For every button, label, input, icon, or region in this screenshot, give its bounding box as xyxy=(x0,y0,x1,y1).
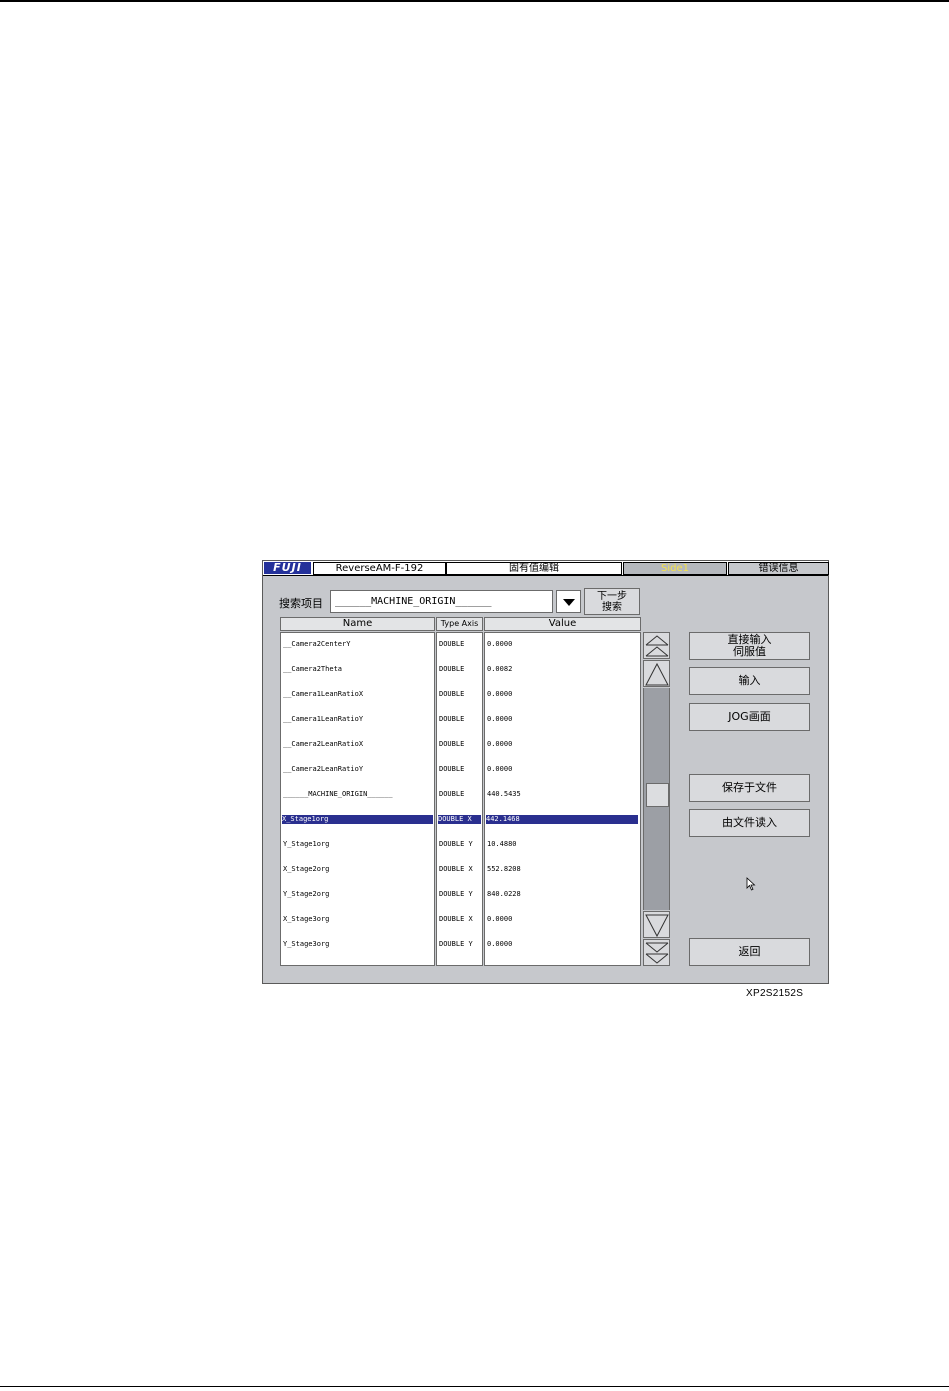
cell-type: DOUBLE xyxy=(439,715,465,723)
table-row[interactable]: __Camera2Theta DOUBLE 0.0082 xyxy=(280,657,641,682)
search-dropdown-button[interactable] xyxy=(556,590,581,613)
cell-type: DOUBLE xyxy=(439,640,465,648)
cell-value: 440.5435 xyxy=(487,790,521,798)
back-button[interactable]: 返回 xyxy=(689,938,810,966)
cell-name: Y_Stage1org xyxy=(283,840,330,848)
fuji-logo: FUJI xyxy=(264,562,311,574)
cell-value: 0.0000 xyxy=(487,740,513,748)
cell-value: 552.8208 xyxy=(487,865,521,873)
cell-name: __Camera1LeanRatioY xyxy=(283,715,364,723)
cell-name: X_Stage2org xyxy=(283,865,330,873)
direct-servo-input-button[interactable]: 直接输入 伺服值 xyxy=(689,632,810,660)
double-up-arrow-icon xyxy=(645,635,669,657)
error-info-button[interactable]: 错误信息 xyxy=(728,562,829,575)
table-row[interactable]: Y_Stage3org DOUBLE Y 0.0000 xyxy=(280,932,641,957)
cell-value: 0.0000 xyxy=(487,765,513,773)
column-header-name: Name xyxy=(280,617,435,631)
triangle-down-icon xyxy=(563,599,575,606)
mouse-pointer-icon xyxy=(746,877,756,891)
page-bottom-rule xyxy=(0,1386,949,1387)
table-row[interactable]: __Camera1LeanRatioX DOUBLE 0.0000 xyxy=(280,682,641,707)
cell-name: __Camera2LeanRatioX xyxy=(283,740,364,748)
cell-type: DOUBLE xyxy=(439,690,465,698)
save-to-file-button[interactable]: 保存于文件 xyxy=(689,774,810,802)
cell-type: DOUBLE X xyxy=(438,815,481,824)
cell-name: ______MACHINE_ORIGIN______ xyxy=(283,790,393,798)
scroll-down-button[interactable] xyxy=(643,911,670,938)
table-row[interactable]: X_Stage3org DOUBLE X 0.0000 xyxy=(280,907,641,932)
cell-name: Y_Stage2org xyxy=(283,890,330,898)
column-header-type: Type Axis xyxy=(436,617,483,631)
cell-type: DOUBLE xyxy=(439,665,465,673)
figure-caption: XP2S2152S xyxy=(746,988,804,999)
cell-value: 0.0000 xyxy=(487,940,513,948)
table-row[interactable]: __Camera2LeanRatioX DOUBLE 0.0000 xyxy=(280,732,641,757)
cell-value: 0.0000 xyxy=(487,915,513,923)
cell-type: DOUBLE xyxy=(439,790,465,798)
next-search-button[interactable]: 下一步 搜索 xyxy=(584,588,640,615)
cell-name: __Camera2LeanRatioY xyxy=(283,765,364,773)
scroll-to-bottom-button[interactable] xyxy=(643,939,670,966)
table-row[interactable]: Y_Stage1org DOUBLE Y 10.4880 xyxy=(280,832,641,857)
cell-value: 0.0000 xyxy=(487,640,513,648)
cell-name: __Camera2Theta xyxy=(283,665,343,673)
table-row[interactable]: __Camera2LeanRatioY DOUBLE 0.0000 xyxy=(280,757,641,782)
cell-value: 840.0228 xyxy=(487,890,521,898)
load-from-file-button[interactable]: 由文件读入 xyxy=(689,809,810,837)
scroll-up-button[interactable] xyxy=(643,660,670,687)
cell-value: 442.1468 xyxy=(486,815,638,824)
cell-value: 0.0082 xyxy=(487,665,513,673)
cell-type: DOUBLE xyxy=(439,765,465,773)
cell-value: 10.4880 xyxy=(487,840,517,848)
double-down-arrow-icon xyxy=(645,942,669,964)
cell-name: __Camera2CenterY xyxy=(283,640,351,648)
table-row[interactable]: __Camera1LeanRatioY DOUBLE 0.0000 xyxy=(280,707,641,732)
screen-title: 固有值编辑 xyxy=(446,562,622,575)
cell-type: DOUBLE xyxy=(439,740,465,748)
cell-name: Y_Stage3org xyxy=(283,940,330,948)
jog-screen-button[interactable]: JOG画面 xyxy=(689,703,810,731)
cell-type: DOUBLE Y xyxy=(439,940,473,948)
direct-servo-label-line2: 伺服值 xyxy=(733,645,766,658)
cell-name: __Camera1LeanRatioX xyxy=(283,690,364,698)
cell-name: X_Stage1org xyxy=(282,815,433,824)
page-top-rule xyxy=(0,0,949,2)
scroll-track[interactable] xyxy=(643,688,670,910)
table-row[interactable]: X_Stage1org DOUBLE X 442.1468 xyxy=(280,807,641,832)
up-arrow-icon xyxy=(645,662,669,686)
down-arrow-icon xyxy=(645,914,669,938)
table-row[interactable]: __Camera2CenterY DOUBLE 0.0000 xyxy=(280,632,641,657)
cell-type: DOUBLE X xyxy=(439,865,473,873)
cell-type: DOUBLE Y xyxy=(439,840,473,848)
cell-value: 0.0000 xyxy=(487,690,513,698)
table-row[interactable]: ______MACHINE_ORIGIN______ DOUBLE 440.5435 xyxy=(280,782,641,807)
next-search-label-line1: 下一步 xyxy=(597,591,627,602)
scroll-thumb[interactable] xyxy=(646,783,669,807)
program-name: ReverseAM-F-192 xyxy=(313,562,446,575)
cell-type: DOUBLE X xyxy=(439,915,473,923)
side-indicator[interactable]: Side1 xyxy=(623,562,727,575)
parameter-table: Name Type Axis Value __Camera2CenterY DOU… xyxy=(280,617,642,967)
table-row[interactable]: X_Stage2org DOUBLE X 552.8208 xyxy=(280,857,641,882)
input-button[interactable]: 输入 xyxy=(689,667,810,695)
scroll-to-top-button[interactable] xyxy=(643,632,670,659)
cell-name: X_Stage3org xyxy=(283,915,330,923)
column-header-value: Value xyxy=(484,617,641,631)
search-label: 搜索项目 xyxy=(279,597,323,610)
cell-value: 0.0000 xyxy=(487,715,513,723)
table-row[interactable]: Y_Stage2org DOUBLE Y 840.0228 xyxy=(280,882,641,907)
title-bar: FUJI ReverseAM-F-192 固有值编辑 Side1 错误信息 xyxy=(263,561,829,576)
table-scrollbar[interactable] xyxy=(643,632,670,966)
search-input[interactable]: ______MACHINE_ORIGIN______ xyxy=(330,590,553,613)
machine-screen: FUJI ReverseAM-F-192 固有值编辑 Side1 错误信息 搜索… xyxy=(262,560,829,984)
next-search-label-line2: 搜索 xyxy=(602,602,622,613)
cell-type: DOUBLE Y xyxy=(439,890,473,898)
